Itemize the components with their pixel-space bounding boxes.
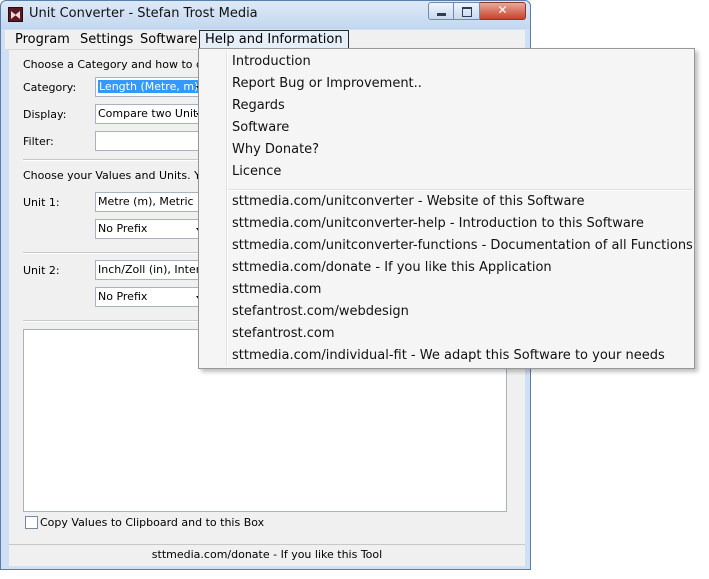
menu-link-unitconverter[interactable]: sttmedia.com/unitconverter - Website of … — [232, 191, 584, 213]
help-menu-dropdown: Introduction Report Bug or Improvement..… — [198, 48, 695, 369]
divider — [23, 159, 209, 161]
choose-units-label: Choose your Values and Units. You c — [23, 169, 223, 182]
menu-help-and-information[interactable]: Help and Information — [199, 30, 349, 49]
choose-category-label: Choose a Category and how to displ — [23, 58, 222, 71]
unit1-prefix-value: No Prefix — [98, 222, 148, 235]
title-bar[interactable]: Unit Converter - Stefan Trost Media — [1, 1, 530, 29]
status-bar[interactable]: sttmedia.com/donate - If you like this T… — [9, 544, 525, 565]
divider — [23, 252, 209, 254]
menu-link-individual-fit[interactable]: sttmedia.com/individual-fit - We adapt t… — [232, 345, 665, 367]
minimize-button[interactable] — [428, 2, 454, 20]
window-controls — [428, 2, 526, 22]
menu-settings[interactable]: Settings — [75, 30, 138, 49]
unit1-label: Unit 1: — [23, 196, 60, 209]
copy-to-clipboard-checkbox[interactable] — [25, 516, 38, 529]
menu-link-webdesign[interactable]: stefantrost.com/webdesign — [232, 301, 409, 323]
menu-item-regards[interactable]: Regards — [232, 95, 285, 117]
unit2-prefix-value: No Prefix — [98, 290, 148, 303]
display-value: Compare two Units — [98, 107, 204, 120]
category-value: Length (Metre, m) — [98, 80, 200, 93]
menu-link-donate[interactable]: sttmedia.com/donate - If you like this A… — [232, 257, 552, 279]
menu-link-unitconverter-help[interactable]: sttmedia.com/unitconverter-help - Introd… — [232, 213, 644, 235]
unit2-label: Unit 2: — [23, 264, 60, 277]
display-select[interactable]: Compare two Units — [95, 104, 207, 124]
close-button[interactable] — [480, 2, 526, 20]
category-label: Category: — [23, 81, 77, 94]
menu-item-licence[interactable]: Licence — [232, 161, 281, 183]
unit2-prefix-select[interactable]: No Prefix — [95, 287, 207, 307]
menu-item-report-bug[interactable]: Report Bug or Improvement.. — [232, 73, 422, 95]
menu-item-why-donate[interactable]: Why Donate? — [232, 139, 319, 161]
unit1-input[interactable]: Metre (m), Metric — [95, 192, 207, 212]
menu-item-introduction[interactable]: Introduction — [232, 51, 311, 73]
category-select[interactable]: Length (Metre, m) — [95, 77, 207, 97]
maximize-button[interactable] — [454, 2, 480, 20]
menu-link-stefantrost[interactable]: stefantrost.com — [232, 323, 335, 345]
filter-input[interactable] — [95, 131, 207, 151]
status-donate-link[interactable]: sttmedia.com/donate - If you like this T… — [152, 548, 382, 561]
menu-program[interactable]: Program — [10, 30, 75, 49]
display-label: Display: — [23, 108, 67, 121]
menu-link-sttmedia[interactable]: sttmedia.com — [232, 279, 321, 301]
copy-to-clipboard-label: Copy Values to Clipboard and to this Box — [40, 516, 265, 529]
menu-link-unitconverter-functions[interactable]: sttmedia.com/unitconverter-functions - D… — [232, 235, 693, 257]
unit1-prefix-select[interactable]: No Prefix — [95, 219, 207, 239]
window-title: Unit Converter - Stefan Trost Media — [29, 6, 258, 21]
filter-label: Filter: — [23, 135, 54, 148]
menu-bar: Program Settings Software Help and Infor… — [5, 30, 525, 50]
menu-gutter — [226, 51, 228, 366]
menu-item-software[interactable]: Software — [232, 117, 289, 139]
app-icon[interactable] — [8, 7, 23, 22]
unit2-input[interactable]: Inch/Zoll (in), Interna — [95, 260, 207, 280]
menu-software[interactable]: Software — [135, 30, 202, 49]
